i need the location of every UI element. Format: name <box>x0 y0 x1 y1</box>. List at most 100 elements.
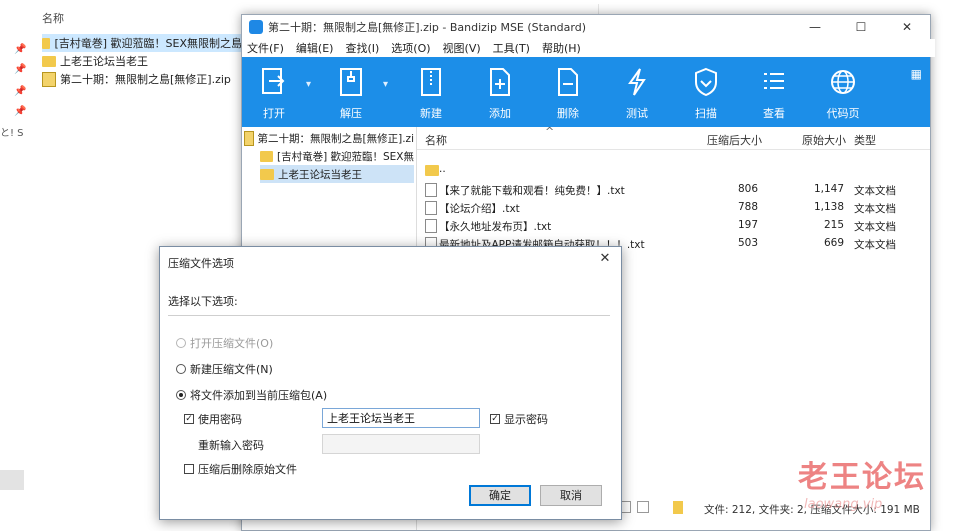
explorer-item-label: 第二十期：無限制之島[無修正].zip <box>60 73 231 86</box>
explorer-item-zip[interactable]: 第二十期：無限制之島[無修正].zip <box>42 70 231 88</box>
toolbar: 打开 ▾ 解压 ▾ 新建 添加 删除 测试 扫描 查看 代码页 ▦ <box>242 57 930 127</box>
zip-file-icon <box>244 130 254 146</box>
checkbox-label: 压缩后删除原始文件 <box>198 463 297 476</box>
watermark-subtext: laowang.vip <box>804 497 883 512</box>
toolbar-delete-button[interactable]: 删除 <box>539 57 597 127</box>
file-packed-size: 197 <box>737 219 758 231</box>
file-list-header: 名称 ^ 压缩后大小 原始大小 类型 <box>417 125 930 150</box>
toolbar-add-button[interactable]: 添加 <box>471 57 529 127</box>
menu-options[interactable]: 选项(O) <box>391 40 430 56</box>
tree-item-folder-2[interactable]: 上老王论坛当老王 <box>260 165 414 183</box>
radio-add-to-current[interactable]: 将文件添加到当前压缩包(A) <box>176 387 327 403</box>
toolbar-label: 代码页 <box>826 107 860 120</box>
minimize-button[interactable]: — <box>792 15 838 39</box>
check-icon: ✓ <box>184 414 194 424</box>
file-packed-size: 503 <box>737 237 758 249</box>
file-original-size: 1,147 <box>813 183 844 195</box>
title-bar[interactable]: 第二十期：無限制之島[無修正].zip - Bandizip MSE (Stan… <box>242 15 930 39</box>
menu-help[interactable]: 帮助(H) <box>542 40 581 56</box>
toolbar-open-button[interactable]: 打开 <box>245 57 303 127</box>
reenter-password-label: 重新输入密码 <box>198 439 264 452</box>
file-name: 【论坛介绍】.txt <box>439 203 520 215</box>
explorer-item-folder-2[interactable]: 上老王论坛当老王 <box>42 52 148 70</box>
explorer-scrollbar[interactable] <box>0 470 24 490</box>
toolbar-label: 解压 <box>340 107 362 120</box>
toolbar-label: 新建 <box>420 107 442 120</box>
use-password-checkbox[interactable]: ✓ 使用密码 <box>184 411 242 427</box>
pin-icon: 📌 <box>14 44 27 55</box>
layout-grid-icon[interactable]: ▦ <box>911 67 922 81</box>
ok-button[interactable]: 确定 <box>469 485 531 506</box>
toolbar-scan-button[interactable]: 扫描 <box>677 57 735 127</box>
checkbox-box <box>184 464 194 474</box>
explorer-sidebar-fragment: と! S <box>0 128 24 139</box>
delete-after-checkbox[interactable]: 压缩后删除原始文件 <box>184 461 297 477</box>
file-packed-size: 806 <box>737 183 758 195</box>
toolbar-label: 查看 <box>763 107 785 120</box>
file-original-size: 669 <box>823 237 844 249</box>
tree-item-label: 第二十期：無限制之島[無修正].zi <box>257 132 414 145</box>
sort-ascending-icon: ^ <box>545 125 555 138</box>
explorer-item-folder-1[interactable]: [吉村竜巻] 歡迎蒞臨！SEX無限制之島 <box>42 34 242 52</box>
menu-tools[interactable]: 工具(T) <box>493 40 530 56</box>
chevron-down-icon[interactable]: ▾ <box>306 79 311 90</box>
file-row[interactable]: 【来了就能下载和观看！纯免费！】.txt 806 1,147 文本文档 <box>417 180 930 198</box>
toolbar-view-button[interactable]: 查看 <box>745 57 803 127</box>
cancel-button[interactable]: 取消 <box>540 485 602 506</box>
file-original-size: 215 <box>823 219 844 231</box>
checkbox-label: 使用密码 <box>198 413 242 426</box>
file-name: 【永久地址发布页】.txt <box>439 221 552 233</box>
column-original-header[interactable]: 原始大小 <box>802 132 846 148</box>
radio-open-archive[interactable]: 打开压缩文件(O) <box>176 335 273 351</box>
extract-icon <box>340 68 362 96</box>
menu-find[interactable]: 查找(I) <box>345 40 379 56</box>
file-row[interactable]: 【永久地址发布页】.txt 197 215 文本文档 <box>417 216 930 234</box>
text-file-icon <box>425 201 437 215</box>
password-input[interactable] <box>322 408 480 428</box>
open-icon <box>262 68 285 94</box>
menu-view[interactable]: 视图(V) <box>443 40 481 56</box>
file-row[interactable]: 【论坛介绍】.txt 788 1,138 文本文档 <box>417 198 930 216</box>
new-archive-icon <box>421 68 441 96</box>
toolbar-extract-button[interactable]: 解压 <box>322 57 380 127</box>
explorer-column-name-header[interactable]: 名称 <box>42 10 64 26</box>
menu-file[interactable]: 文件(F) <box>247 40 284 56</box>
explorer-item-label: 上老王论坛当老王 <box>60 55 148 68</box>
dialog-prompt: 选择以下选项: <box>168 295 238 308</box>
radio-new-archive[interactable]: 新建压缩文件(N) <box>176 361 273 377</box>
column-name-header[interactable]: 名称 <box>425 132 447 148</box>
radio-indicator <box>176 364 186 374</box>
add-file-icon <box>490 68 510 96</box>
toolbar-test-button[interactable]: 测试 <box>608 57 666 127</box>
file-row-parent[interactable]: .. <box>417 161 930 179</box>
column-type-header[interactable]: 类型 <box>854 132 876 148</box>
dialog-close-button[interactable]: ✕ <box>595 251 615 269</box>
close-button[interactable]: ✕ <box>884 15 930 39</box>
tree-item-label: [吉村竜巻] 歡迎蒞臨！SEX無 <box>276 150 414 163</box>
window-title: 第二十期：無限制之島[無修正].zip - Bandizip MSE (Stan… <box>268 21 587 34</box>
codepage-globe-icon <box>831 70 855 94</box>
file-original-size: 1,138 <box>813 201 844 213</box>
chevron-down-icon[interactable]: ▾ <box>383 79 388 90</box>
menu-edit[interactable]: 编辑(E) <box>296 40 334 56</box>
column-packed-header[interactable]: 压缩后大小 <box>707 132 762 148</box>
scan-shield-icon <box>695 67 717 97</box>
radio-label: 将文件添加到当前压缩包(A) <box>190 389 328 402</box>
view-list-toggle-icon[interactable] <box>637 501 649 513</box>
folder-icon <box>42 55 56 67</box>
radio-label: 打开压缩文件(O) <box>190 337 274 350</box>
tree-item-archive[interactable]: 第二十期：無限制之島[無修正].zi <box>244 129 414 147</box>
folder-up-icon <box>425 165 439 176</box>
pin-icon: 📌 <box>14 86 27 97</box>
toolbar-label: 打开 <box>263 107 285 120</box>
show-password-checkbox[interactable]: ✓ 显示密码 <box>490 411 548 427</box>
maximize-button[interactable]: ☐ <box>838 15 884 39</box>
toolbar-label: 删除 <box>557 107 579 120</box>
reenter-password-input <box>322 434 480 454</box>
toolbar-codepage-button[interactable]: 代码页 <box>814 57 872 127</box>
toolbar-new-button[interactable]: 新建 <box>402 57 460 127</box>
tree-item-folder-1[interactable]: [吉村竜巻] 歡迎蒞臨！SEX無 <box>260 147 414 165</box>
file-name: .. <box>439 163 446 175</box>
toolbar-label: 测试 <box>626 107 648 120</box>
dialog-title: 压缩文件选项 <box>168 257 234 270</box>
